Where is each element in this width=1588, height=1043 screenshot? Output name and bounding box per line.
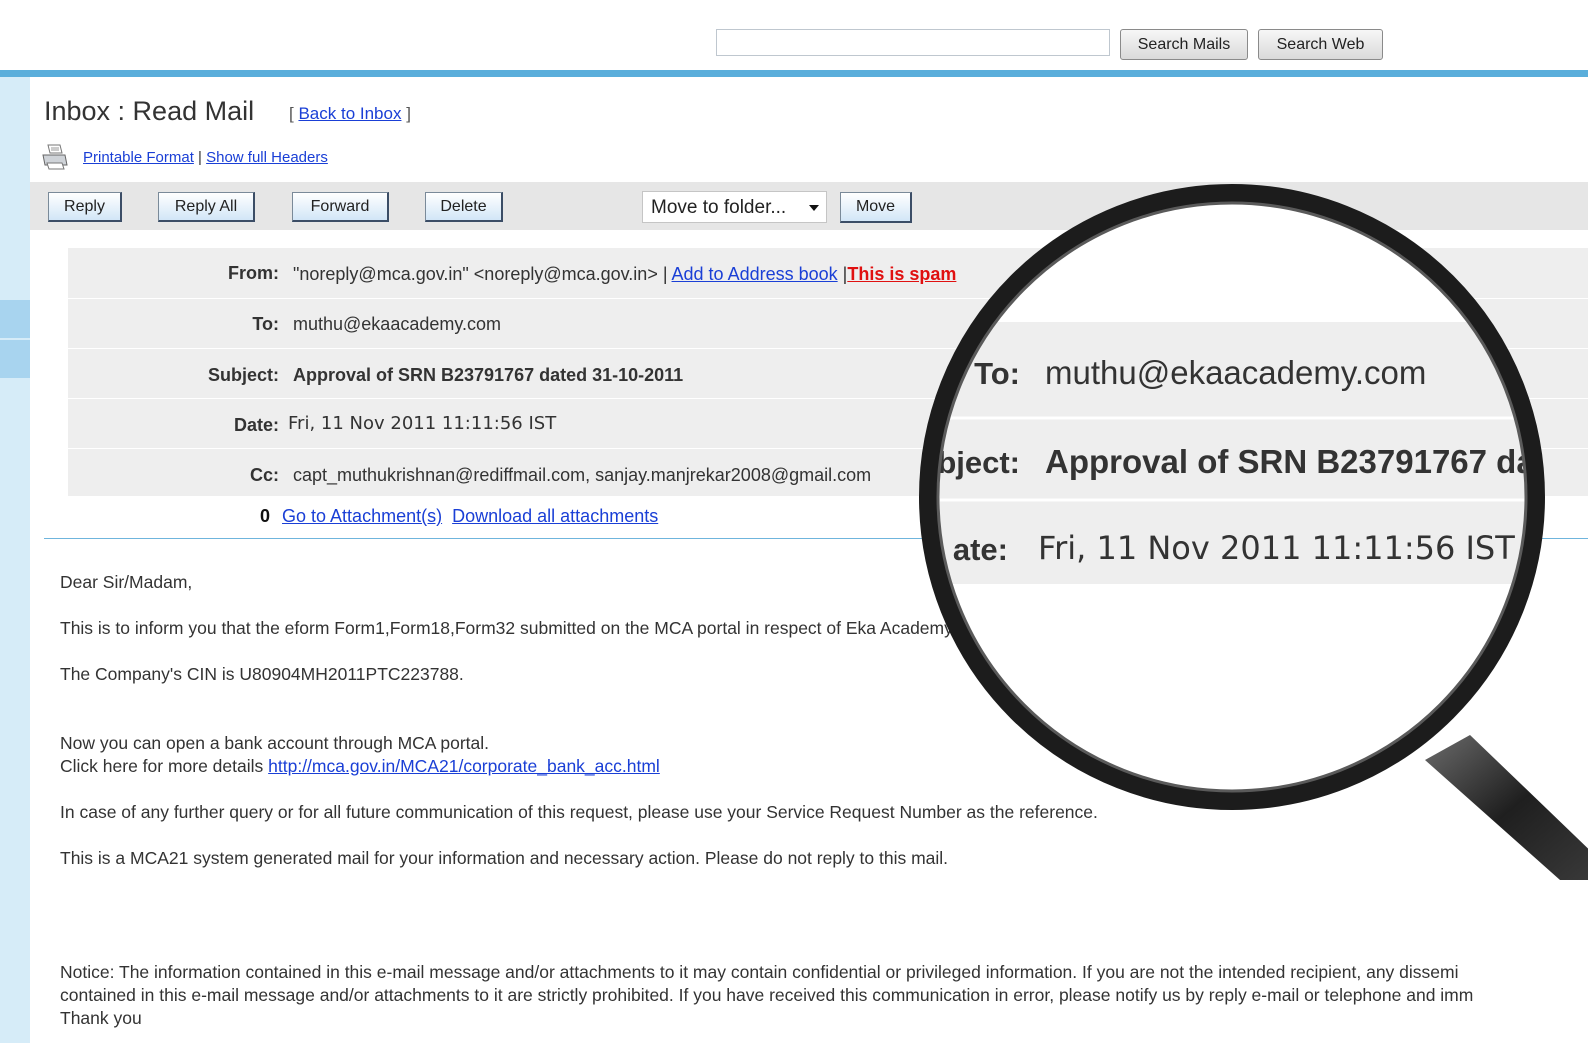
- add-to-address-book-link[interactable]: Add to Address book: [672, 264, 838, 284]
- top-search-bar: Search Mails Search Web: [0, 0, 1588, 72]
- notice-text: Thank you: [60, 1008, 142, 1028]
- back-to-inbox-wrapper: [ Back to Inbox ]: [289, 104, 411, 124]
- search-mails-button[interactable]: Search Mails: [1120, 29, 1248, 60]
- body-paragraph: This is to inform you that the eform For…: [60, 618, 1466, 638]
- header-row-to: To: muthu@ekaacademy.com: [68, 298, 1588, 349]
- back-to-inbox-link[interactable]: Back to Inbox: [298, 104, 401, 123]
- download-all-attachments-link[interactable]: Download all attachments: [452, 506, 658, 526]
- header-row-subject: Subject: Approval of SRN B23791767 dated…: [68, 348, 1588, 399]
- header-divider: [0, 70, 1588, 77]
- header-row-date: Date: Fri, 11 Nov 2011 11:11:56 IST: [68, 398, 1588, 449]
- move-to-folder-select[interactable]: Move to folder...: [642, 191, 827, 223]
- search-input[interactable]: [716, 29, 1110, 56]
- delete-button[interactable]: Delete: [425, 192, 503, 222]
- link-separator: |: [193, 149, 207, 166]
- cc-value: capt_muthukrishnan@rediffmail.com, sanja…: [293, 465, 872, 485]
- move-to-folder-value: Move to folder...: [651, 197, 787, 218]
- printable-format-link[interactable]: Printable Format: [83, 149, 194, 166]
- forward-button[interactable]: Forward: [292, 192, 389, 222]
- date-value: Fri, 11 Nov 2011 11:11:56 IST: [288, 413, 557, 434]
- body-divider: [44, 538, 1588, 539]
- body-paragraph: In case of any further query or for all …: [60, 802, 1098, 822]
- header-row-cc: Cc: capt_muthukrishnan@rediffmail.com, s…: [68, 448, 1588, 498]
- sidebar-tab[interactable]: [0, 300, 30, 340]
- page-title: Inbox : Read Mail: [44, 96, 255, 126]
- body-paragraph: Now you can open a bank account through …: [60, 733, 490, 753]
- show-full-headers-link[interactable]: Show full Headers: [206, 149, 328, 166]
- to-value: muthu@ekaacademy.com: [293, 314, 502, 334]
- from-value: "noreply@mca.gov.in" <noreply@mca.gov.in…: [293, 264, 956, 285]
- mail-toolbar: Reply Reply All Forward Delete Move to f…: [30, 182, 1588, 230]
- attachment-row: 0 Go to Attachment(s) Download all attach…: [260, 506, 658, 527]
- sidebar-tab[interactable]: [0, 340, 30, 378]
- cc-label: Cc:: [249, 465, 279, 485]
- body-greeting: Dear Sir/Madam,: [60, 572, 193, 592]
- mail-headers: From: "noreply@mca.gov.in" <noreply@mca.…: [68, 248, 1588, 496]
- bracket-close: ]: [401, 104, 411, 123]
- mail-utility-links: Printable Format | Show full Headers: [83, 149, 328, 166]
- search-web-button[interactable]: Search Web: [1258, 29, 1383, 60]
- to-label: To:: [252, 314, 279, 334]
- bank-account-link[interactable]: http://mca.gov.in/MCA21/corporate_bank_a…: [268, 756, 660, 776]
- body-paragraph: The Company's CIN is U80904MH2011PTC2237…: [60, 664, 464, 684]
- left-sidebar: [0, 77, 30, 1043]
- dropdown-arrow-icon: [809, 205, 819, 211]
- body-text: Click here for more details: [60, 756, 269, 776]
- from-address: "noreply@mca.gov.in" <noreply@mca.gov.in…: [293, 264, 672, 284]
- magnifier-handle: [1425, 735, 1588, 880]
- notice-text: Notice: The information contained in thi…: [60, 962, 1459, 982]
- date-label: Date:: [233, 415, 279, 435]
- magnified-date-value: Fri, 11 Nov 2011 11:11:56 IST: [1038, 529, 1515, 567]
- subject-value: Approval of SRN B23791767 dated 31-10-20…: [293, 365, 684, 385]
- body-paragraph: Click here for more details http://mca.g…: [60, 756, 660, 777]
- printer-icon[interactable]: [40, 143, 70, 171]
- body-paragraph: This is a MCA21 system generated mail fo…: [60, 848, 949, 868]
- spam-separator: |: [837, 264, 848, 284]
- from-label: From:: [228, 263, 279, 283]
- notice-text: contained in this e-mail message and/or …: [60, 985, 1474, 1005]
- go-to-attachments-link[interactable]: Go to Attachment(s): [282, 506, 442, 526]
- reply-all-button[interactable]: Reply All: [158, 192, 255, 222]
- move-button[interactable]: Move: [840, 192, 912, 223]
- reply-button[interactable]: Reply: [48, 192, 122, 222]
- paperclip-icon: 0: [260, 506, 271, 526]
- header-row-from: From: "noreply@mca.gov.in" <noreply@mca.…: [68, 248, 1588, 299]
- subject-label: Subject:: [207, 365, 279, 385]
- report-spam-link[interactable]: This is spam: [847, 264, 956, 284]
